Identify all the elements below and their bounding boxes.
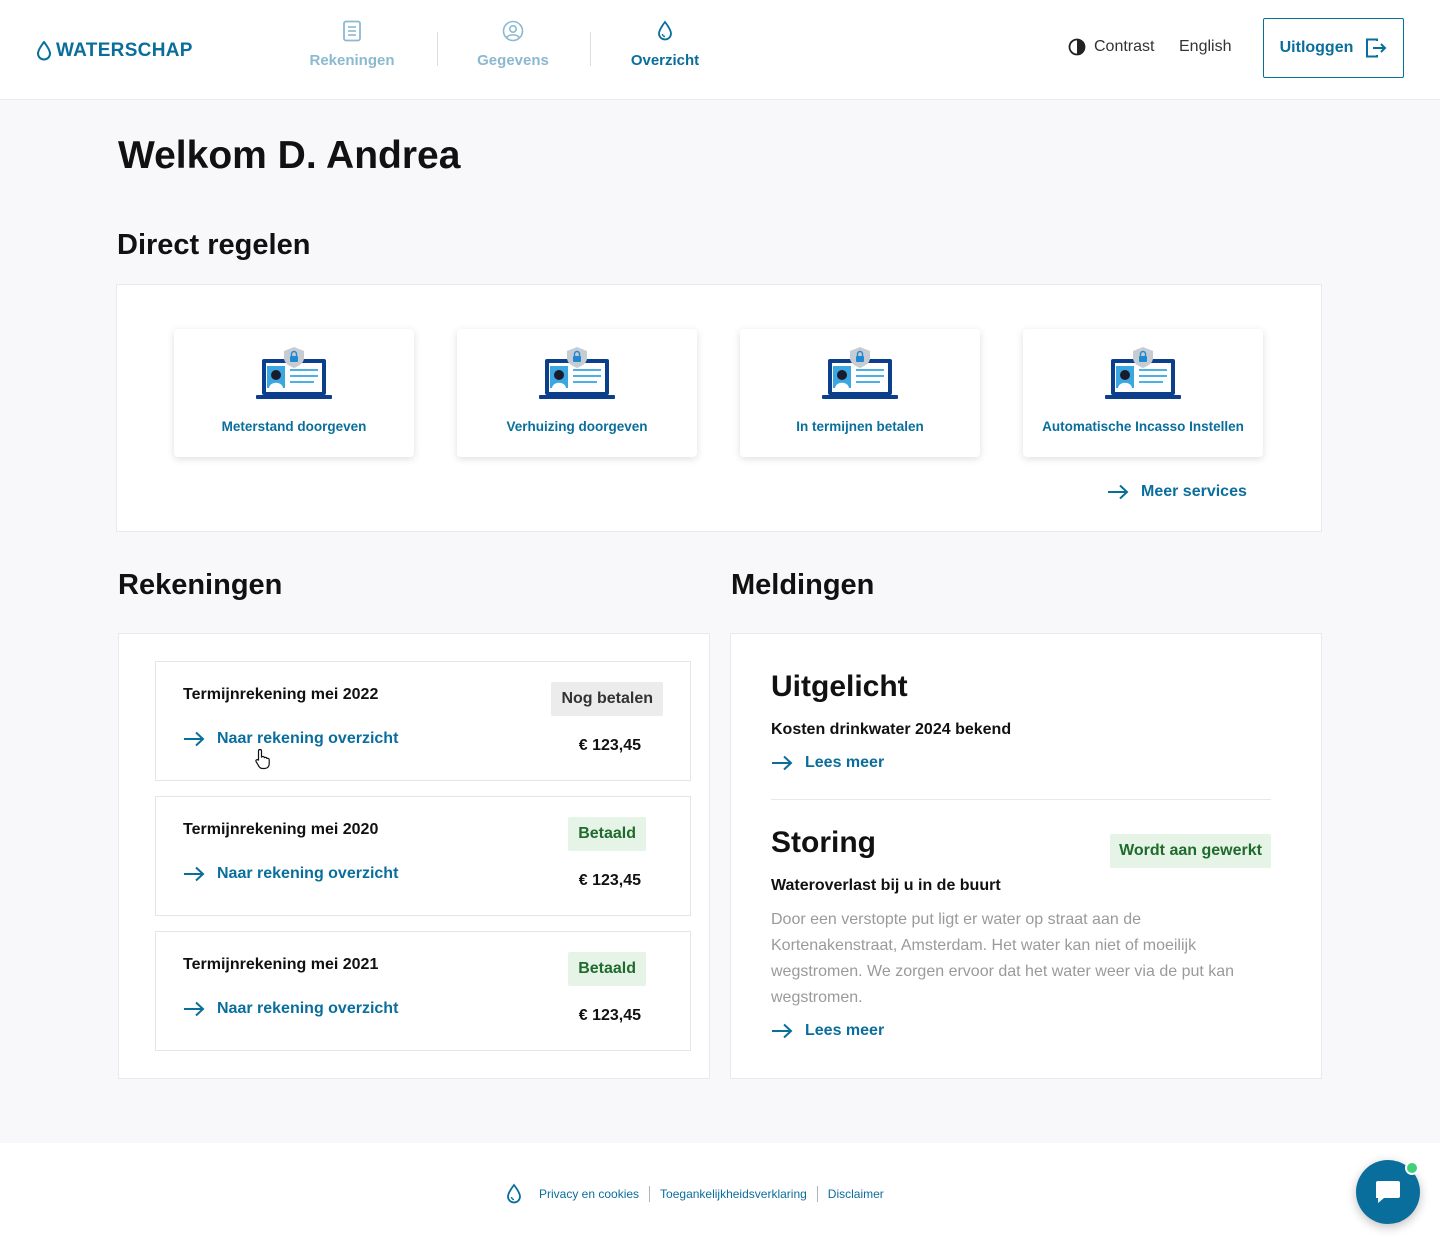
brand-logo[interactable]: WATERSCHAP: [36, 38, 193, 64]
arrow-right-icon: [1108, 484, 1129, 500]
service-card-label: Automatische Incasso Instellen: [1042, 419, 1244, 434]
bill-overview-link[interactable]: Naar rekening overzicht: [183, 865, 398, 883]
logout-icon: [1366, 38, 1387, 58]
status-badge: Wordt aan gewerkt: [1110, 834, 1271, 868]
language-switch[interactable]: English: [1179, 38, 1231, 56]
uitgelicht-subtitle: Kosten drinkwater 2024 bekend: [771, 721, 1012, 738]
nav-rekeningen[interactable]: Rekeningen: [308, 20, 396, 80]
uitgelicht-read-more-link[interactable]: Lees meer: [771, 754, 884, 772]
section-title-rekeningen: Rekeningen: [118, 569, 283, 601]
nav-divider: [437, 32, 438, 66]
service-card-incasso[interactable]: Automatische Incasso Instellen: [1023, 329, 1263, 457]
service-card-label: In termijnen betalen: [796, 419, 924, 434]
status-badge: Nog betalen: [551, 682, 663, 716]
bill-title: Termijnrekening mei 2020: [183, 821, 379, 838]
storing-body: Door een verstopte put ligt er water op …: [771, 911, 1235, 1006]
bill-amount: € 123,45: [578, 1007, 641, 1024]
logout-button[interactable]: Uitloggen: [1263, 18, 1404, 78]
user-circle-icon: [502, 20, 524, 42]
online-indicator: [1405, 1161, 1419, 1175]
hand-cursor-icon: [255, 748, 270, 770]
arrow-right-icon: [184, 1001, 205, 1017]
arrow-right-icon: [184, 731, 205, 747]
top-header: WATERSCHAP Rekeningen Gegevens Overzicht: [0, 0, 1440, 100]
water-drop-icon: [658, 20, 672, 41]
nav-label: Rekeningen: [309, 52, 395, 69]
more-services-link[interactable]: Meer services: [1107, 483, 1247, 501]
document-icon: [343, 20, 361, 42]
secure-laptop-icon: [822, 347, 898, 399]
secure-laptop-icon: [1105, 347, 1181, 399]
nav-label: Gegevens: [477, 52, 549, 69]
read-more-label: Lees meer: [805, 754, 885, 771]
bill-overview-link[interactable]: Naar rekening overzicht: [183, 1000, 398, 1018]
brand-name: WATERSCHAP: [56, 40, 193, 61]
bill-card: Termijnrekening mei 2020 Betaald Naar re…: [155, 796, 691, 916]
status-badge: Betaald: [568, 817, 646, 851]
section-title-meldingen: Meldingen: [731, 569, 875, 601]
arrow-right-icon: [772, 755, 793, 771]
storing-read-more-link[interactable]: Lees meer: [771, 1022, 884, 1040]
bill-overview-link[interactable]: Naar rekening overzicht: [183, 730, 398, 748]
footer-link-accessibility[interactable]: Toegankelijkheidsverklaring: [650, 1187, 817, 1201]
arrow-right-icon: [184, 866, 205, 882]
section-title-direct-regelen: Direct regelen: [117, 229, 311, 261]
bill-amount: € 123,45: [578, 872, 641, 889]
nav-label: Overzicht: [630, 52, 700, 69]
divider: [771, 799, 1271, 800]
nav-overzicht[interactable]: Overzicht: [629, 20, 701, 80]
storing-heading: Storing: [771, 826, 876, 859]
service-card-meterstand[interactable]: Meterstand doorgeven: [174, 329, 414, 457]
page-title: Welkom D. Andrea: [118, 134, 461, 177]
secure-laptop-icon: [539, 347, 615, 399]
footer-link-privacy[interactable]: Privacy en cookies: [529, 1187, 649, 1201]
service-card-label: Meterstand doorgeven: [221, 419, 367, 434]
nav-divider: [590, 32, 591, 66]
contrast-label: Contrast: [1094, 38, 1155, 55]
water-drop-icon: [507, 1183, 521, 1204]
bill-link-label: Naar rekening overzicht: [217, 1000, 399, 1017]
bill-amount: € 123,45: [578, 737, 641, 754]
service-card-label: Verhuizing doorgeven: [506, 419, 648, 434]
bill-link-label: Naar rekening overzicht: [217, 865, 399, 882]
bill-title: Termijnrekening mei 2022: [183, 686, 379, 703]
arrow-right-icon: [772, 1023, 793, 1039]
contrast-toggle[interactable]: Contrast: [1068, 37, 1154, 57]
secure-laptop-icon: [256, 347, 332, 399]
contrast-icon: [1068, 38, 1086, 56]
service-card-termijnen[interactable]: In termijnen betalen: [740, 329, 980, 457]
bill-title: Termijnrekening mei 2021: [183, 956, 379, 973]
meldingen-panel: Uitgelicht Kosten drinkwater 2024 bekend…: [730, 633, 1322, 1079]
bill-card: Termijnrekening mei 2022 Nog betalen Naa…: [155, 661, 691, 781]
logout-label: Uitloggen: [1279, 39, 1354, 56]
page-footer: Privacy en cookies Toegankelijkheidsverk…: [0, 1143, 1440, 1244]
nav-gegevens[interactable]: Gegevens: [476, 20, 550, 80]
more-services-label: Meer services: [1141, 483, 1247, 500]
service-card-verhuizing[interactable]: Verhuizing doorgeven: [457, 329, 697, 457]
bill-card: Termijnrekening mei 2021 Betaald Naar re…: [155, 931, 691, 1051]
direct-regelen-panel: Meterstand doorgeven Verhuizing doorgeve…: [116, 284, 1322, 532]
read-more-label: Lees meer: [805, 1022, 885, 1039]
footer-link-disclaimer[interactable]: Disclaimer: [818, 1187, 894, 1201]
chat-bubble-icon: [1376, 1181, 1400, 1203]
footer-links: Privacy en cookies Toegankelijkheidsverk…: [505, 1183, 894, 1205]
rekeningen-panel: Termijnrekening mei 2022 Nog betalen Naa…: [118, 633, 710, 1079]
status-badge: Betaald: [568, 952, 646, 986]
storing-subtitle: Wateroverlast bij u in de buurt: [771, 877, 1001, 894]
uitgelicht-heading: Uitgelicht: [771, 670, 908, 703]
bill-link-label: Naar rekening overzicht: [217, 730, 399, 747]
water-drop-icon: [36, 41, 52, 61]
